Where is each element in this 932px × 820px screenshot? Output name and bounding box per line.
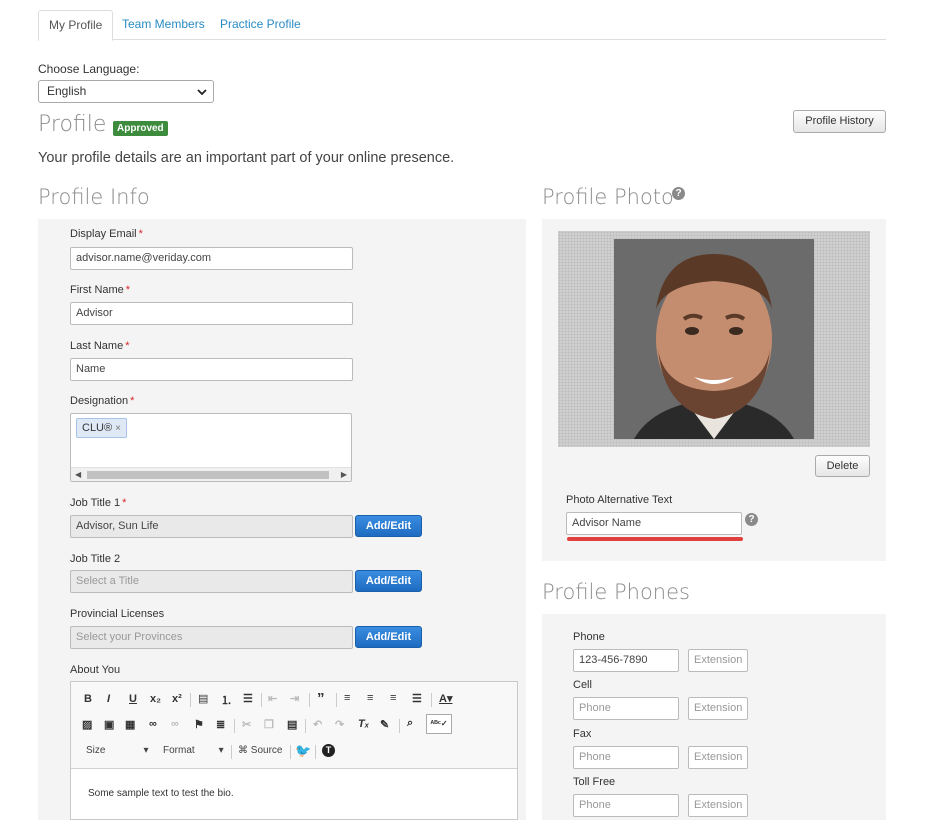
bold-icon[interactable]: B bbox=[84, 693, 92, 705]
page-title: Profile bbox=[38, 112, 107, 137]
media-icon[interactable]: ▣ bbox=[104, 718, 114, 731]
toll-free-input[interactable]: Phone bbox=[573, 794, 679, 817]
undo-icon[interactable]: ↶ bbox=[313, 718, 322, 731]
designation-label: Designation * bbox=[70, 395, 135, 407]
horizontal-scrollbar[interactable]: ◀ ▶ bbox=[71, 467, 351, 481]
cell-label: Cell bbox=[573, 679, 592, 691]
about-you-label: About You bbox=[70, 664, 121, 676]
underline-icon[interactable]: U bbox=[129, 693, 137, 705]
indent-icon[interactable]: ⇥ bbox=[290, 692, 299, 705]
help-icon[interactable]: ? bbox=[672, 187, 685, 200]
job-title-1-label: Job Title 1 * bbox=[70, 497, 127, 509]
bulleted-list-icon[interactable]: ☰ bbox=[243, 692, 253, 705]
designation-select[interactable]: CLU® × ◀ ▶ bbox=[70, 413, 352, 482]
horizontal-rule-icon[interactable]: ≣ bbox=[216, 718, 225, 731]
italic-icon[interactable]: I bbox=[107, 693, 110, 705]
cut-icon[interactable]: ✂ bbox=[242, 718, 251, 731]
remove-format-icon[interactable]: Tₓ bbox=[358, 718, 369, 730]
profile-history-button[interactable]: Profile History bbox=[793, 110, 886, 133]
numbered-list-icon[interactable]: ⒈ bbox=[221, 692, 232, 708]
job-title-1-input[interactable]: Advisor, Sun Life bbox=[70, 515, 353, 538]
first-name-label: First Name * bbox=[70, 284, 131, 296]
paint-brush-icon[interactable]: ✎ bbox=[380, 718, 389, 731]
tab-practice-profile[interactable]: Practice Profile bbox=[210, 10, 311, 40]
outdent-icon[interactable]: ⇤ bbox=[268, 692, 277, 705]
align-center-icon[interactable]: ≡ bbox=[367, 692, 373, 704]
chevron-down-icon bbox=[197, 89, 207, 96]
status-badge: Approved bbox=[113, 121, 168, 136]
source-button[interactable]: ⌘ Source bbox=[238, 745, 282, 756]
scroll-left-icon[interactable]: ◀ bbox=[75, 468, 81, 482]
insert-special-icon[interactable]: T bbox=[322, 744, 335, 757]
provincial-licenses-add-edit-button[interactable]: Add/Edit bbox=[355, 626, 422, 648]
fax-label: Fax bbox=[573, 728, 592, 740]
subscript-icon[interactable]: x₂ bbox=[150, 693, 161, 705]
profile-info-title: Profile Info bbox=[38, 185, 150, 209]
photo-alt-text-label: Photo Alternative Text bbox=[566, 494, 673, 506]
profile-photo bbox=[614, 239, 814, 439]
flag-icon[interactable]: ⚑ bbox=[194, 718, 204, 731]
tab-my-profile[interactable]: My Profile bbox=[38, 10, 114, 41]
font-size-combo[interactable]: Size ▾ bbox=[86, 745, 148, 756]
first-name-input[interactable]: Advisor bbox=[70, 302, 353, 325]
job-title-2-label: Job Title 2 bbox=[70, 553, 121, 565]
table-icon[interactable]: ▦ bbox=[125, 718, 135, 731]
close-icon[interactable]: × bbox=[115, 423, 121, 434]
source-icon: ⌘ bbox=[238, 745, 248, 756]
display-email-label: Display Email * bbox=[70, 228, 143, 240]
superscript-icon[interactable]: x² bbox=[172, 693, 182, 705]
toll-free-label: Toll Free bbox=[573, 776, 616, 788]
designation-chip: CLU® × bbox=[76, 418, 127, 438]
copy-icon[interactable]: ❐ bbox=[264, 718, 274, 731]
display-email-input[interactable]: advisor.name@veriday.com bbox=[70, 247, 353, 270]
scrollbar-thumb[interactable] bbox=[87, 471, 329, 479]
profile-photo-title: Profile Photo bbox=[542, 185, 674, 209]
tab-team-members[interactable]: Team Members bbox=[112, 10, 215, 40]
about-you-content[interactable]: Some sample text to test the bio. bbox=[88, 788, 234, 799]
highlight-underline bbox=[567, 537, 743, 541]
format-combo[interactable]: Format ▾ bbox=[163, 745, 224, 756]
phone-input[interactable]: 123-456-7890 bbox=[573, 649, 679, 672]
paste-icon[interactable]: ▤ bbox=[287, 718, 297, 731]
about-you-editor[interactable]: B I U x₂ x² ▤ ⒈ ☰ ⇤ ⇥ ” ≡ ≡ ≡ ☰ A▾ ▨ ▣ ▦… bbox=[70, 681, 518, 820]
cell-extension-input[interactable]: Extension bbox=[688, 697, 748, 720]
phone-label: Phone bbox=[573, 631, 605, 643]
align-right-icon[interactable]: ≡ bbox=[390, 692, 396, 704]
align-left-icon[interactable]: ≡ bbox=[344, 692, 350, 704]
profile-tabs: My Profile Team Members Practice Profile bbox=[38, 10, 886, 41]
provincial-licenses-input[interactable]: Select your Provinces bbox=[70, 626, 353, 649]
job-title-2-add-edit-button[interactable]: Add/Edit bbox=[355, 570, 422, 592]
fax-extension-input[interactable]: Extension bbox=[688, 746, 748, 769]
image-icon[interactable]: ▨ bbox=[82, 718, 92, 731]
profile-phones-title: Profile Phones bbox=[542, 580, 690, 604]
text-color-icon[interactable]: A▾ bbox=[439, 692, 452, 705]
fax-input[interactable]: Phone bbox=[573, 746, 679, 769]
spellcheck-icon[interactable]: ᴬᴮᶜ✓ bbox=[426, 714, 452, 734]
delete-photo-button[interactable]: Delete bbox=[815, 455, 870, 477]
link-icon[interactable]: ∞ bbox=[149, 718, 157, 730]
align-justify-icon[interactable]: ☰ bbox=[412, 692, 422, 705]
clear-format-icon[interactable]: ▤ bbox=[198, 692, 208, 705]
redo-icon[interactable]: ↷ bbox=[335, 718, 344, 731]
provincial-licenses-label: Provincial Licenses bbox=[70, 608, 165, 620]
help-icon[interactable]: ? bbox=[745, 513, 758, 526]
last-name-label: Last Name * bbox=[70, 340, 130, 352]
scroll-right-icon[interactable]: ▶ bbox=[341, 468, 347, 482]
last-name-input[interactable]: Name bbox=[70, 358, 353, 381]
search-icon[interactable]: ⌕ bbox=[407, 717, 413, 730]
toll-free-extension-input[interactable]: Extension bbox=[688, 794, 748, 817]
page-subtitle: Your profile details are an important pa… bbox=[38, 150, 455, 166]
phone-extension-input[interactable]: Extension bbox=[688, 649, 748, 672]
job-title-1-add-edit-button[interactable]: Add/Edit bbox=[355, 515, 422, 537]
photo-alt-text-input[interactable]: Advisor Name bbox=[566, 512, 742, 535]
twitter-icon[interactable]: 🐦 bbox=[295, 743, 311, 759]
job-title-2-input[interactable]: Select a Title bbox=[70, 570, 353, 593]
cell-input[interactable]: Phone bbox=[573, 697, 679, 720]
blockquote-icon[interactable]: ” bbox=[317, 690, 325, 707]
language-select[interactable]: English bbox=[38, 80, 214, 103]
language-label: Choose Language: bbox=[38, 62, 140, 76]
language-selected: English bbox=[47, 84, 87, 98]
editor-toolbar: B I U x₂ x² ▤ ⒈ ☰ ⇤ ⇥ ” ≡ ≡ ≡ ☰ A▾ ▨ ▣ ▦… bbox=[71, 682, 517, 769]
unlink-icon[interactable]: ∞ bbox=[171, 718, 179, 730]
